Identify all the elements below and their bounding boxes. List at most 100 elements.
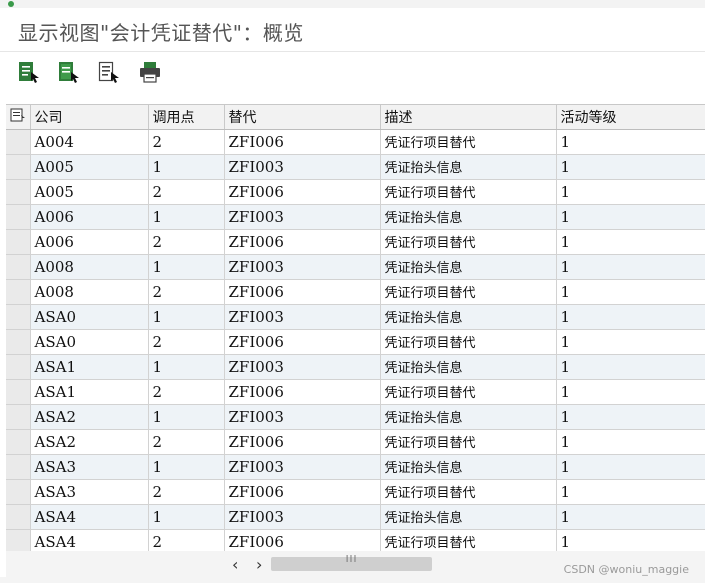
- cell-activation-level[interactable]: 1: [556, 529, 705, 551]
- row-selector[interactable]: [6, 279, 31, 305]
- cell-description[interactable]: 凭证行项目替代: [380, 229, 557, 255]
- cell-substitution[interactable]: ZFI003: [224, 454, 381, 480]
- cell-company[interactable]: ASA0: [30, 304, 149, 330]
- table-row[interactable]: ASA4 1 ZFI003 凭证抬头信息 1: [6, 504, 705, 530]
- table-row[interactable]: ASA0 2 ZFI006 凭证行项目替代 1: [6, 329, 705, 355]
- cell-description[interactable]: 凭证行项目替代: [380, 179, 557, 205]
- details-button[interactable]: [14, 58, 42, 86]
- table-row[interactable]: A004 2 ZFI006 凭证行项目替代 1: [6, 129, 705, 155]
- scrollbar-thumb[interactable]: III: [271, 554, 432, 571]
- row-selector[interactable]: [6, 404, 31, 430]
- cell-company[interactable]: A005: [30, 179, 149, 205]
- row-selector[interactable]: [6, 179, 31, 205]
- cell-description[interactable]: 凭证抬头信息: [380, 254, 557, 280]
- table-row[interactable]: ASA1 2 ZFI006 凭证行项目替代 1: [6, 379, 705, 405]
- table-row[interactable]: ASA1 1 ZFI003 凭证抬头信息 1: [6, 354, 705, 380]
- cell-company[interactable]: ASA4: [30, 504, 149, 530]
- cell-description[interactable]: 凭证行项目替代: [380, 129, 557, 155]
- cell-activation-level[interactable]: 1: [556, 179, 705, 205]
- cell-call-point[interactable]: 2: [148, 429, 225, 455]
- cell-company[interactable]: ASA4: [30, 529, 149, 551]
- cell-substitution[interactable]: ZFI006: [224, 279, 381, 305]
- cell-call-point[interactable]: 1: [148, 154, 225, 180]
- select-all-rows-button[interactable]: [6, 105, 31, 130]
- cell-description[interactable]: 凭证抬头信息: [380, 154, 557, 180]
- row-selector[interactable]: [6, 229, 31, 255]
- cell-description[interactable]: 凭证抬头信息: [380, 204, 557, 230]
- cell-description[interactable]: 凭证行项目替代: [380, 429, 557, 455]
- table-row[interactable]: ASA0 1 ZFI003 凭证抬头信息 1: [6, 304, 705, 330]
- cell-call-point[interactable]: 2: [148, 379, 225, 405]
- cell-call-point[interactable]: 2: [148, 129, 225, 155]
- cell-call-point[interactable]: 1: [148, 404, 225, 430]
- cell-substitution[interactable]: ZFI003: [224, 204, 381, 230]
- row-selector[interactable]: [6, 354, 31, 380]
- table-row[interactable]: A008 1 ZFI003 凭证抬头信息 1: [6, 254, 705, 280]
- table-row[interactable]: ASA2 2 ZFI006 凭证行项目替代 1: [6, 429, 705, 455]
- column-header-substitution[interactable]: 替代: [224, 105, 381, 130]
- cell-activation-level[interactable]: 1: [556, 304, 705, 330]
- cell-company[interactable]: A006: [30, 204, 149, 230]
- column-header-company[interactable]: 公司: [30, 105, 149, 130]
- table-row[interactable]: ASA2 1 ZFI003 凭证抬头信息 1: [6, 404, 705, 430]
- cell-company[interactable]: A008: [30, 254, 149, 280]
- cell-company[interactable]: ASA3: [30, 479, 149, 505]
- cell-description[interactable]: 凭证抬头信息: [380, 304, 557, 330]
- row-selector[interactable]: [6, 129, 31, 155]
- cell-description[interactable]: 凭证行项目替代: [380, 529, 557, 551]
- cell-activation-level[interactable]: 1: [556, 354, 705, 380]
- cell-activation-level[interactable]: 1: [556, 379, 705, 405]
- row-selector[interactable]: [6, 304, 31, 330]
- cell-substitution[interactable]: ZFI006: [224, 379, 381, 405]
- cell-description[interactable]: 凭证抬头信息: [380, 354, 557, 380]
- cell-call-point[interactable]: 2: [148, 229, 225, 255]
- cell-substitution[interactable]: ZFI003: [224, 254, 381, 280]
- cell-company[interactable]: ASA0: [30, 329, 149, 355]
- cell-description[interactable]: 凭证抬头信息: [380, 504, 557, 530]
- row-selector[interactable]: [6, 529, 31, 551]
- cell-call-point[interactable]: 2: [148, 529, 225, 551]
- cell-description[interactable]: 凭证抬头信息: [380, 404, 557, 430]
- table-row[interactable]: A008 2 ZFI006 凭证行项目替代 1: [6, 279, 705, 305]
- cell-call-point[interactable]: 1: [148, 204, 225, 230]
- cell-activation-level[interactable]: 1: [556, 229, 705, 255]
- cell-substitution[interactable]: ZFI006: [224, 529, 381, 551]
- row-selector[interactable]: [6, 429, 31, 455]
- cell-substitution[interactable]: ZFI006: [224, 229, 381, 255]
- cell-call-point[interactable]: 1: [148, 304, 225, 330]
- cell-company[interactable]: A004: [30, 129, 149, 155]
- cell-company[interactable]: ASA3: [30, 454, 149, 480]
- table-row[interactable]: ASA3 1 ZFI003 凭证抬头信息 1: [6, 454, 705, 480]
- cell-substitution[interactable]: ZFI006: [224, 129, 381, 155]
- column-header-description[interactable]: 描述: [380, 105, 557, 130]
- scroll-left-button[interactable]: ‹: [232, 555, 238, 574]
- cell-substitution[interactable]: ZFI006: [224, 479, 381, 505]
- cell-activation-level[interactable]: 1: [556, 504, 705, 530]
- cell-call-point[interactable]: 2: [148, 329, 225, 355]
- cell-call-point[interactable]: 2: [148, 279, 225, 305]
- row-selector[interactable]: [6, 154, 31, 180]
- table-row[interactable]: A005 2 ZFI006 凭证行项目替代 1: [6, 179, 705, 205]
- cell-description[interactable]: 凭证行项目替代: [380, 279, 557, 305]
- cell-activation-level[interactable]: 1: [556, 454, 705, 480]
- cell-substitution[interactable]: ZFI003: [224, 504, 381, 530]
- cell-activation-level[interactable]: 1: [556, 254, 705, 280]
- row-selector[interactable]: [6, 379, 31, 405]
- cell-call-point[interactable]: 1: [148, 454, 225, 480]
- cell-activation-level[interactable]: 1: [556, 279, 705, 305]
- cell-activation-level[interactable]: 1: [556, 329, 705, 355]
- cell-description[interactable]: 凭证行项目替代: [380, 379, 557, 405]
- cell-description[interactable]: 凭证抬头信息: [380, 454, 557, 480]
- cell-description[interactable]: 凭证行项目替代: [380, 329, 557, 355]
- row-selector[interactable]: [6, 329, 31, 355]
- cell-company[interactable]: A006: [30, 229, 149, 255]
- table-row[interactable]: ASA3 2 ZFI006 凭证行项目替代 1: [6, 479, 705, 505]
- row-selector[interactable]: [6, 204, 31, 230]
- table-row[interactable]: ASA4 2 ZFI006 凭证行项目替代 1: [6, 529, 705, 551]
- cell-company[interactable]: ASA2: [30, 404, 149, 430]
- cell-call-point[interactable]: 2: [148, 479, 225, 505]
- cell-call-point[interactable]: 2: [148, 179, 225, 205]
- row-selector[interactable]: [6, 479, 31, 505]
- cell-description[interactable]: 凭证行项目替代: [380, 479, 557, 505]
- cell-substitution[interactable]: ZFI006: [224, 179, 381, 205]
